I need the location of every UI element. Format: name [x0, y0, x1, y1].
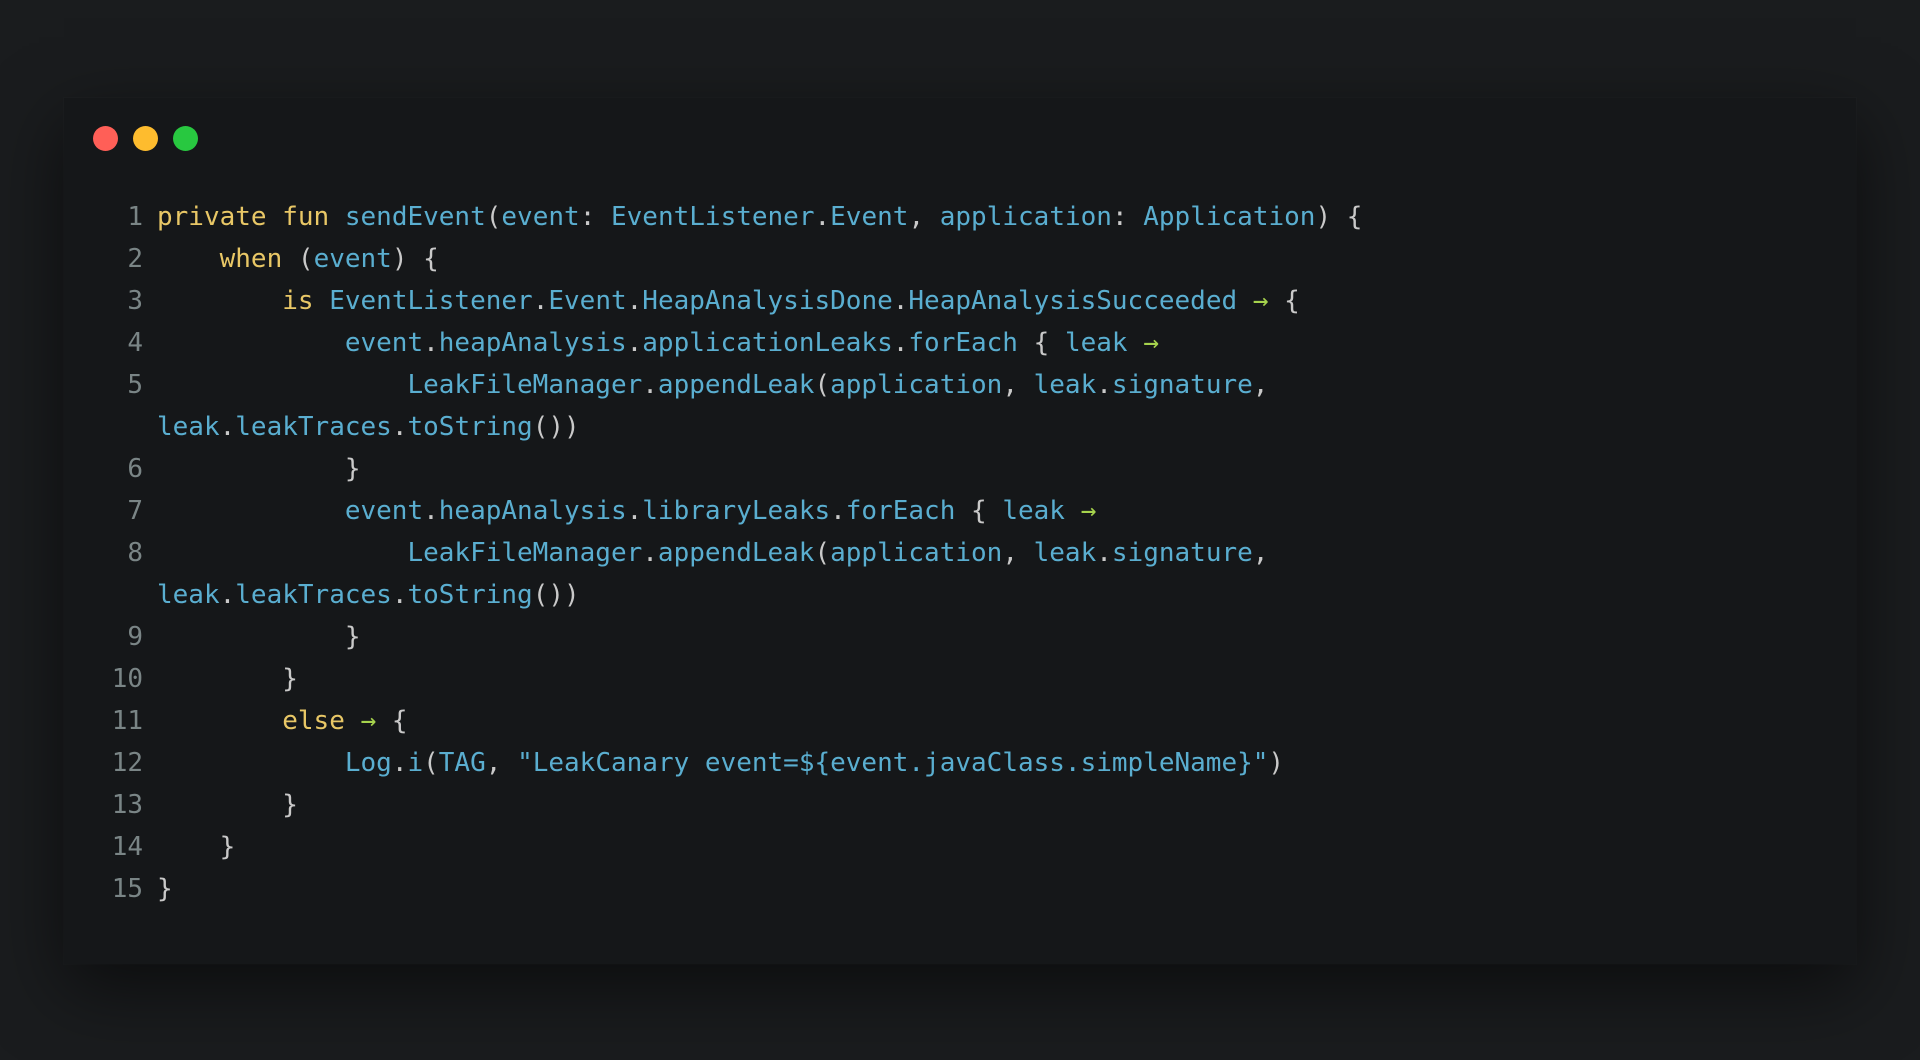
code-line: 8 LeakFileManager.appendLeak(application… — [94, 532, 1826, 574]
code-line-text: Log.i(TAG, "LeakCanary event=${event.jav… — [344, 748, 1285, 778]
line-number: 6 — [127, 454, 143, 484]
code-line-text: leak.leakTraces.toString()) — [157, 580, 580, 610]
code-line-text: private fun sendEvent(event: EventListen… — [157, 202, 1363, 232]
code-line: 12 Log.i(TAG, "LeakCanary event=${event.… — [94, 742, 1826, 784]
line-number: 7 — [127, 496, 143, 526]
code-line: 3 is EventListener.Event.HeapAnalysisDon… — [94, 280, 1826, 322]
code-line: 1 private fun sendEvent(event: EventListe… — [94, 196, 1826, 238]
code-line-text: event.heapAnalysis.applicationLeaks.forE… — [344, 328, 1159, 358]
line-number: 3 — [127, 286, 143, 316]
code-line: 9 } — [94, 616, 1826, 658]
code-line-text: } — [344, 454, 361, 484]
code-line-text: LeakFileManager.appendLeak(application, … — [407, 538, 1269, 568]
code-line-text: event.heapAnalysis.libraryLeaks.forEach … — [344, 496, 1097, 526]
code-line-text: } — [282, 664, 298, 694]
code-line: 11 else → { — [94, 700, 1826, 742]
code-block: 1 private fun sendEvent(event: EventListe… — [94, 196, 1826, 910]
code-line-text: } — [157, 874, 173, 904]
code-line: 7 event.heapAnalysis.libraryLeaks.forEac… — [94, 490, 1826, 532]
line-number: 9 — [127, 622, 143, 652]
code-line-text: leak.leakTraces.toString()) — [157, 412, 580, 442]
code-line: 13 } — [94, 784, 1826, 826]
code-window: 1 private fun sendEvent(event: EventListe… — [64, 98, 1856, 964]
code-line-text: else → { — [282, 706, 408, 736]
code-line-text: } — [344, 622, 361, 652]
line-number: 1 — [127, 202, 143, 232]
line-number — [94, 406, 157, 448]
line-number: 12 — [111, 748, 143, 778]
code-line-wrap: leak.leakTraces.toString()) — [94, 574, 1826, 616]
code-line: 6 } — [94, 448, 1826, 490]
code-line-text: } — [219, 832, 236, 862]
line-number: 4 — [127, 328, 143, 358]
zoom-window-button[interactable] — [173, 126, 198, 151]
code-line-wrap: leak.leakTraces.toString()) — [94, 406, 1826, 448]
minimize-window-button[interactable] — [133, 126, 158, 151]
code-line-text: } — [282, 790, 298, 820]
line-number: 14 — [111, 832, 143, 862]
window-titlebar — [64, 98, 1856, 178]
code-line: 2 when (event) { — [94, 238, 1826, 280]
code-line: 10 } — [94, 658, 1826, 700]
line-number: 2 — [127, 244, 143, 274]
code-line: 5 LeakFileManager.appendLeak(application… — [94, 364, 1826, 406]
close-window-button[interactable] — [93, 126, 118, 151]
line-number: 8 — [127, 538, 143, 568]
code-line-text: LeakFileManager.appendLeak(application, … — [407, 370, 1269, 400]
code-line: 4 event.heapAnalysis.applicationLeaks.fo… — [94, 322, 1826, 364]
line-number: 13 — [111, 790, 143, 820]
line-number: 11 — [111, 706, 143, 736]
code-line-text: is EventListener.Event.HeapAnalysisDone.… — [282, 286, 1300, 316]
line-number: 15 — [111, 874, 143, 904]
line-number — [94, 574, 157, 616]
line-number: 5 — [127, 370, 143, 400]
code-line: 14 } — [94, 826, 1826, 868]
code-line-text: when (event) { — [219, 244, 439, 274]
line-number: 10 — [111, 664, 143, 694]
code-line: 15} — [94, 868, 1826, 910]
